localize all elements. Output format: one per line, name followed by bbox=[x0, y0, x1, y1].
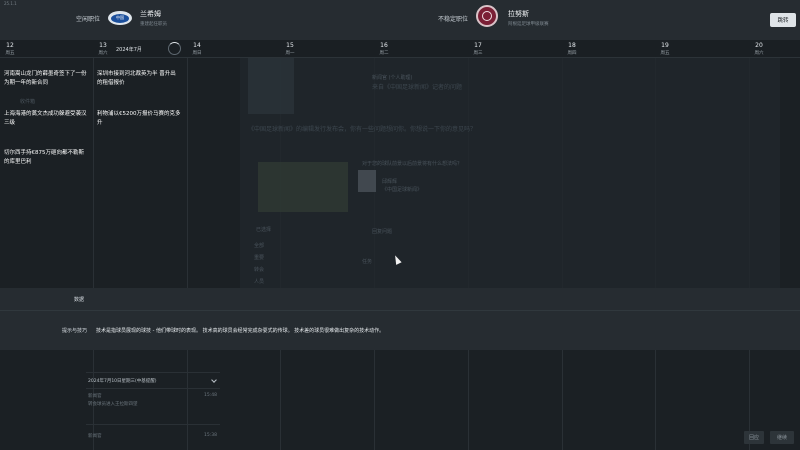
calendar-day[interactable]: 13 周六 bbox=[93, 42, 113, 56]
continue-button[interactable]: 继续 bbox=[770, 431, 794, 444]
skip-button[interactable]: 跳转 bbox=[770, 13, 796, 27]
version-label: 25.1.1 bbox=[4, 1, 17, 6]
calendar-day[interactable]: 15 周一 bbox=[280, 42, 300, 56]
calendar-day[interactable]: 19 周五 bbox=[655, 42, 675, 56]
background-headline: 来自《中国足球新闻》记者的问题 bbox=[372, 84, 463, 91]
grid-line bbox=[93, 58, 94, 450]
background-left-label: 全部 bbox=[254, 243, 265, 249]
inbox-section-title: 2024年7月10日星期三(中基提醒) bbox=[88, 379, 157, 384]
background-person-role: 《中国足球新闻》 bbox=[382, 187, 423, 193]
news-item[interactable]: 河南嵩山龙门的薛墨奇签下了一份为期一年的新合同 bbox=[4, 70, 88, 88]
background-left-label: 人员 bbox=[254, 279, 265, 285]
background-reply: 回复问题 bbox=[372, 229, 393, 235]
left-club-name: 兰希姆 bbox=[140, 10, 162, 18]
calendar-day[interactable]: 12 周五 bbox=[0, 42, 20, 56]
calendar-month: 2024年7月 bbox=[116, 47, 142, 53]
left-club-badge-text: 中国 bbox=[111, 13, 130, 23]
right-club-name: 拉努斯 bbox=[508, 10, 530, 18]
divider bbox=[86, 424, 220, 425]
data-label: 数据 bbox=[74, 297, 85, 303]
background-avatar bbox=[358, 170, 376, 192]
top-bar: 25.1.1 空闲职位 中国 兰希姆 重建起任职员 不稳定职位 拉努斯 阿根廷足… bbox=[0, 0, 800, 40]
left-club-role: 空闲职位 bbox=[76, 15, 101, 23]
grid-line bbox=[187, 58, 188, 450]
calendar-day[interactable]: 17 周三 bbox=[468, 42, 488, 56]
left-club-info[interactable]: 空闲职位 中国 兰希姆 重建起任职员 bbox=[76, 9, 167, 27]
tips-text: 技术是指球员展现的球技 - 他们带球时的表现。 技术高的球员会经常完成杂耍式的传… bbox=[96, 328, 385, 334]
background-person: 邱辉辉 bbox=[382, 179, 398, 185]
background-tag: 已选择 bbox=[256, 227, 272, 233]
calendar-day[interactable]: 14 周日 bbox=[187, 42, 207, 56]
right-club-subtitle: 阿根廷足球甲级联赛 bbox=[508, 22, 549, 27]
tips-label: 提示与技巧 bbox=[62, 328, 88, 334]
background-question: 《中国足球新闻》的编辑发行发布会，你有一些问题想问你。你想说一下你的意见吗？ bbox=[248, 126, 477, 133]
inbox-item-sender: 新闻官 bbox=[88, 434, 102, 439]
divider bbox=[86, 372, 220, 373]
news-item[interactable]: 深圳市接到河北裁英为半 晋升出的租借报价 bbox=[97, 70, 181, 88]
inbox-item-text[interactable]: 转会球员进入王拉斯四望 bbox=[88, 401, 138, 407]
news-item[interactable]: 切尔西手持€875万砸向都不勒斯的库里巴利 bbox=[4, 149, 88, 167]
inbox-item-time: 15:48 bbox=[204, 393, 217, 398]
background-left-label: 转会 bbox=[254, 267, 265, 273]
background-left-label: 重要 bbox=[254, 255, 265, 261]
calendar-day[interactable]: 20 周六 bbox=[749, 42, 769, 56]
news-item[interactable]: 上海海港的蒿文杰成功躲避受袭汉三级 bbox=[4, 110, 88, 128]
divider bbox=[86, 388, 220, 389]
loading-spinner-icon bbox=[168, 42, 181, 55]
left-club-subtitle: 重建起任职员 bbox=[140, 22, 168, 27]
inbox-item-sender: 新闻官 bbox=[88, 394, 102, 399]
right-club-info[interactable]: 不稳定职位 拉努斯 阿根廷足球甲级联赛 bbox=[438, 5, 549, 27]
calendar-strip: 12 周五 13 周六 2024年7月 14 周日 15 周一 16 周二 17 周三 18… bbox=[0, 40, 800, 58]
tips-band: 数据 提示与技巧 技术是指球员展现的球技 - 他们带球时的表现。 技术高的球员会… bbox=[0, 288, 800, 350]
calendar-day[interactable]: 18 周四 bbox=[562, 42, 582, 56]
respond-button[interactable]: 回应 bbox=[744, 431, 764, 444]
background-player-photo bbox=[248, 58, 294, 114]
background-news-image bbox=[258, 162, 348, 212]
background-question-2: 对于您的球队前景以后前景将有什么想法吗？ bbox=[362, 161, 463, 167]
inbox-item-time: 15:38 bbox=[204, 433, 217, 438]
background-left-label: 任务 bbox=[362, 259, 373, 265]
background-sender: 新闻官 (个人助理) bbox=[372, 75, 413, 81]
chevron-down-icon[interactable] bbox=[211, 377, 217, 383]
left-club-badge-icon: 中国 bbox=[108, 11, 133, 25]
calendar-day[interactable]: 16 周二 bbox=[374, 42, 394, 56]
right-club-badge-icon bbox=[476, 5, 499, 27]
right-club-role: 不稳定职位 bbox=[438, 15, 469, 23]
news-item[interactable]: 利物浦以€5200万报价马赛的克多升 bbox=[97, 110, 181, 128]
background-inbox-label: 收件箱 bbox=[20, 99, 36, 105]
